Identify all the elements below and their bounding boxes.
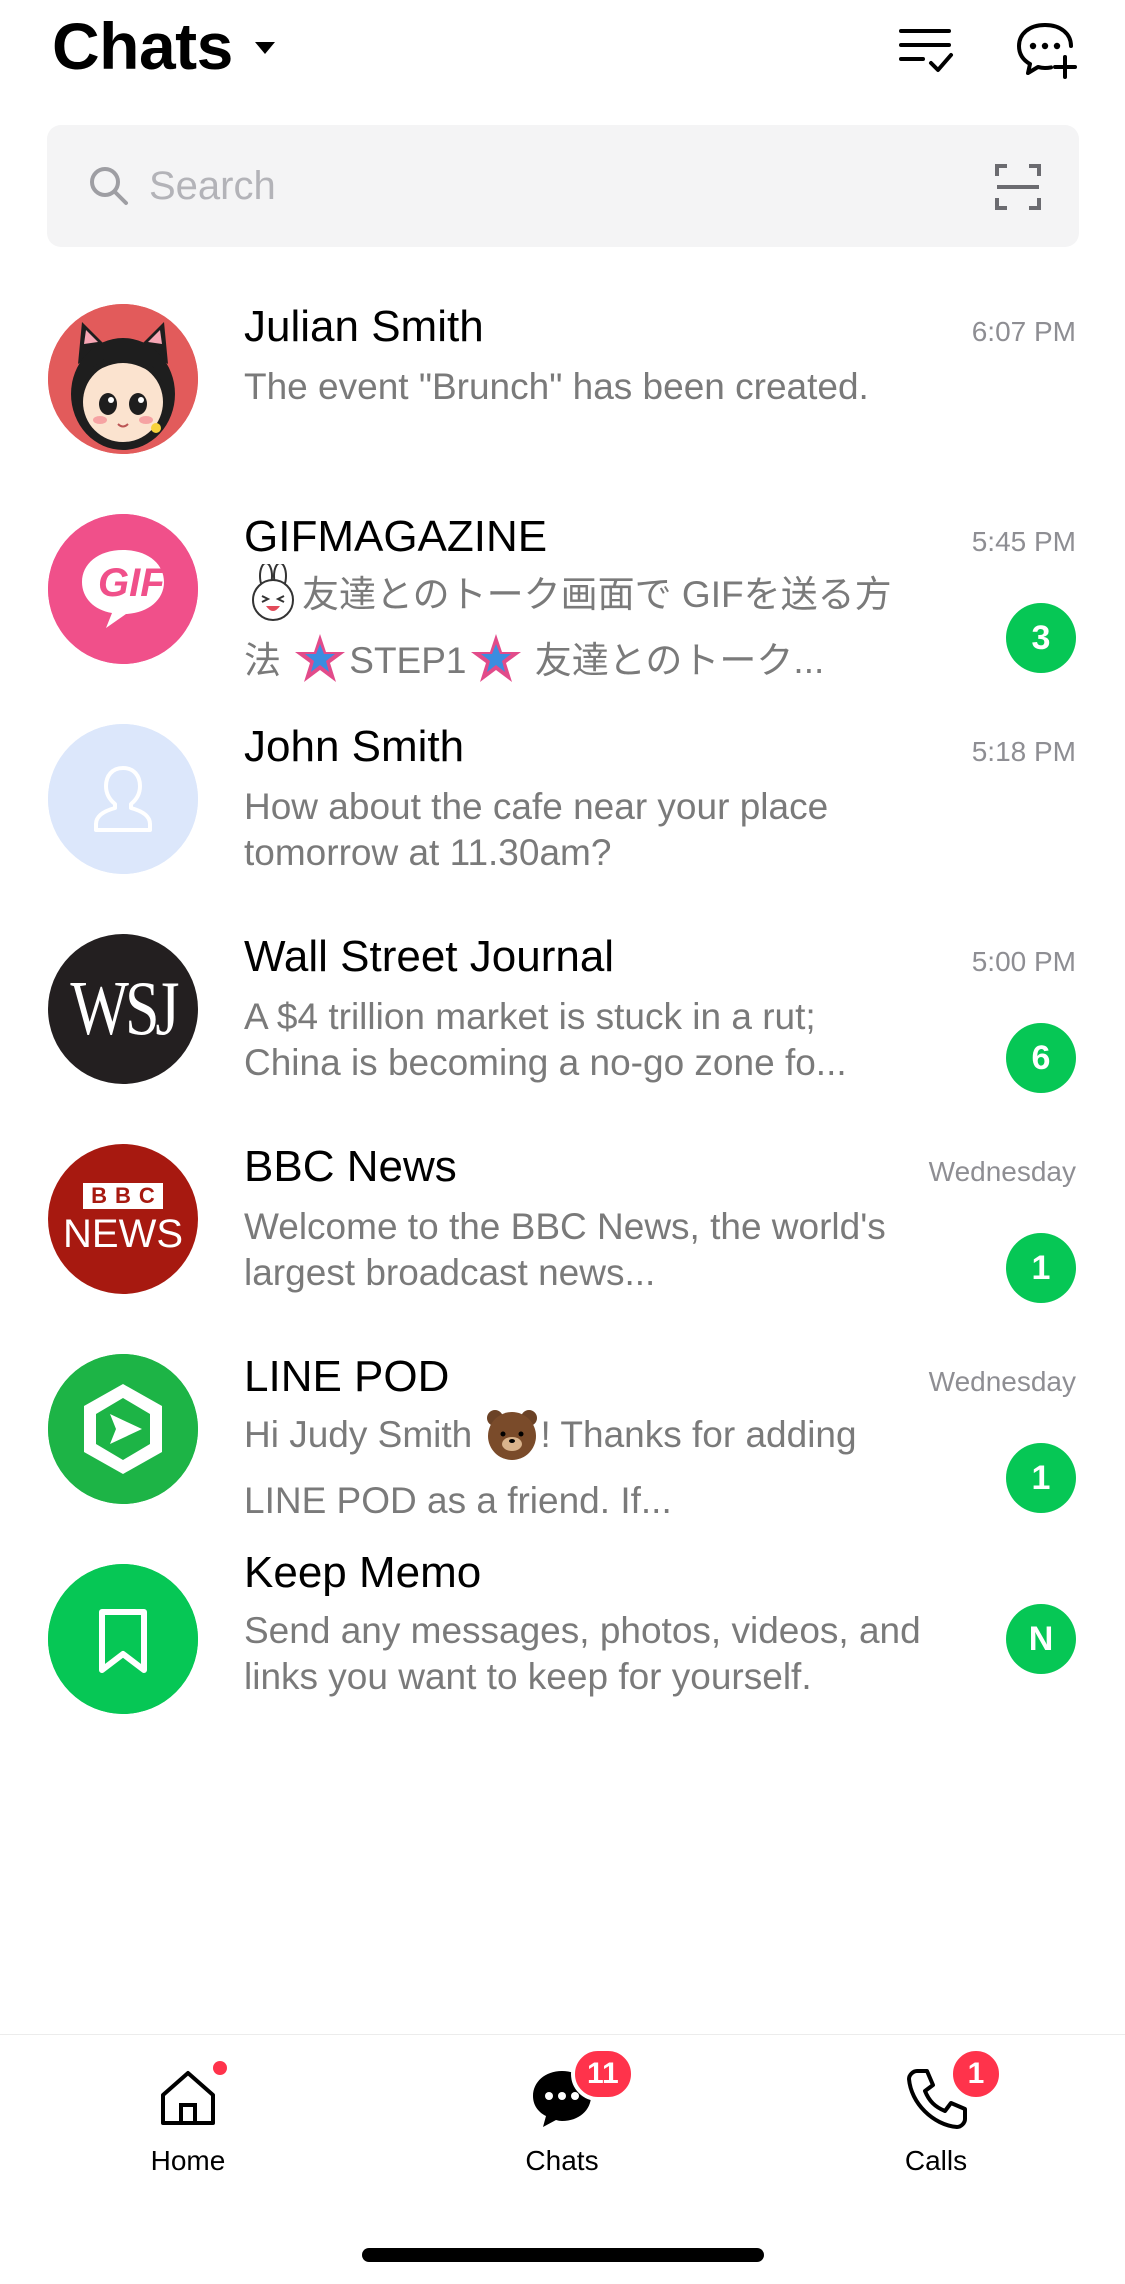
bear-emoji-icon [486, 1410, 537, 1461]
gif-logo: GIF [48, 514, 198, 664]
chat-preview: Welcome to the BBC News, the world's lar… [244, 1206, 886, 1293]
new-chat-button[interactable] [1010, 14, 1080, 84]
unread-badge: 6 [1006, 1023, 1076, 1093]
search-bar[interactable] [47, 125, 1079, 247]
tab-label: Home [150, 2145, 226, 2176]
chat-row[interactable]: GIF GIFMAGAZINE 友達とのトーク画面で GIFを送る方法 STEP… [0, 498, 1125, 708]
chat-preview: Send any messages, photos, videos, and l… [244, 1610, 921, 1697]
chat-preview-text-end: 友達とのトーク... [524, 640, 825, 681]
chat-name: Wall Street Journal [244, 932, 615, 981]
chat-preview-text: Hi Judy Smith [244, 1414, 483, 1455]
chat-preview: A $4 trillion market is stuck in a rut; … [244, 996, 847, 1083]
chat-time: Wednesday [928, 1366, 1076, 1397]
home-icon [155, 2061, 227, 2131]
chat-name: Julian Smith [244, 302, 484, 351]
unread-badge: 3 [1006, 603, 1076, 673]
default-user-avatar [48, 724, 198, 874]
chat-row[interactable]: BBC NEWS BBC News Welcome to the BBC New… [0, 1128, 1125, 1338]
star-emoji-icon [470, 634, 521, 683]
bbc-news-logo: BBC NEWS [48, 1144, 198, 1294]
chat-time: Wednesday [928, 1156, 1076, 1187]
page-title: Chats [52, 9, 233, 83]
wsj-logo: WSJ [48, 934, 198, 1084]
line-pod-logo [48, 1354, 198, 1504]
chat-row[interactable]: John Smith How about the cafe near your … [0, 708, 1125, 918]
notification-dot [213, 2061, 227, 2075]
unread-badge: 1 [1006, 1233, 1076, 1303]
edit-list-button[interactable] [890, 14, 960, 84]
news-logo-text: NEWS [63, 1212, 183, 1256]
header: Chats [0, 0, 1125, 110]
chat-name: LINE POD [244, 1352, 450, 1401]
chats-badge: 11 [571, 2047, 635, 2101]
tab-chats[interactable]: 11 Chats [462, 2047, 662, 2195]
tab-label: Chats [525, 2145, 599, 2176]
star-emoji-icon [295, 634, 346, 683]
chat-time: 6:07 PM [971, 316, 1076, 347]
chat-preview-text-step: STEP1 [349, 640, 467, 681]
chat-name: John Smith [244, 722, 465, 771]
phone-icon: 1 [903, 2047, 1003, 2131]
chat-preview: The event "Brunch" has been created. [244, 366, 869, 407]
qr-scan-icon[interactable] [995, 164, 1041, 210]
chats-title-dropdown[interactable]: Chats [52, 6, 275, 86]
chat-preview: How about the cafe near your place tomor… [244, 786, 829, 873]
chat-preview: 友達とのトーク画面で GIFを送る方法 STEP1 友達とのトーク... [244, 562, 914, 694]
chat-row[interactable]: WSJ Wall Street Journal A $4 trillion ma… [0, 918, 1125, 1128]
tab-calls[interactable]: 1 Calls [836, 2047, 1036, 2195]
chat-row[interactable]: LINE POD Hi Judy Smith ! Thanks for addi… [0, 1338, 1125, 1548]
chat-name: GIFMAGAZINE [244, 512, 548, 561]
tab-home[interactable]: Home [88, 2061, 288, 2195]
home-indicator[interactable] [362, 2248, 764, 2262]
rabbit-emoji-icon [252, 564, 294, 622]
caret-down-icon [254, 42, 275, 54]
gif-logo-text: GIF [98, 561, 165, 605]
chat-time: 5:00 PM [971, 946, 1076, 977]
bottom-tab-bar: Home 11 Chats 1 Calls [0, 2034, 1125, 2284]
new-chat-icon [1017, 23, 1077, 79]
chat-row[interactable]: Keep Memo Send any messages, photos, vid… [0, 1548, 1125, 1758]
search-input[interactable] [149, 163, 929, 209]
chat-list: Julian Smith The event "Brunch" has been… [0, 288, 1125, 1758]
chat-bubble-icon: 11 [529, 2047, 635, 2131]
bookmark-logo [48, 1564, 198, 1714]
chat-name: Keep Memo [244, 1548, 482, 1597]
checklist-icon [899, 29, 953, 72]
search-icon [90, 167, 128, 205]
chat-name: BBC News [244, 1142, 457, 1191]
chat-row[interactable]: Julian Smith The event "Brunch" has been… [0, 288, 1125, 498]
calls-badge: 1 [949, 2047, 1003, 2101]
tab-label: Calls [904, 2145, 968, 2176]
bbc-logo-text: BBC [83, 1183, 163, 1209]
chat-time: 5:18 PM [971, 736, 1076, 767]
wsj-logo-text: WSJ [70, 965, 179, 1051]
new-badge: N [1006, 1604, 1076, 1674]
chat-time: 5:45 PM [971, 526, 1076, 557]
unread-badge: 1 [1006, 1443, 1076, 1513]
cat-girl-avatar [48, 304, 198, 454]
chat-preview: Hi Judy Smith ! Thanks for adding LINE P… [244, 1402, 914, 1534]
